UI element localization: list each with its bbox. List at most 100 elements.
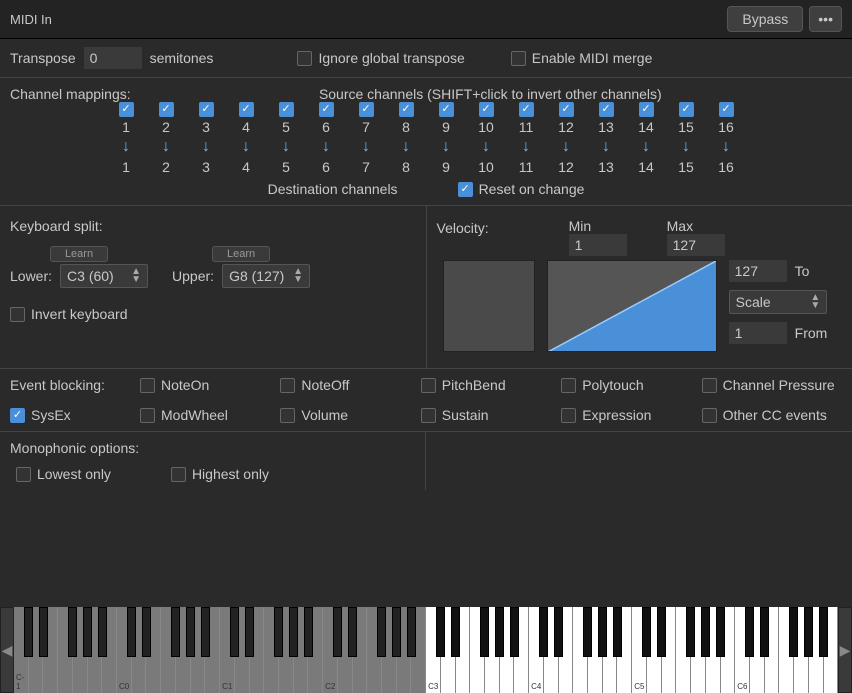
channel-14[interactable]: 14↓14	[626, 102, 666, 175]
channel-checkbox[interactable]	[199, 102, 214, 117]
learn-lower-button[interactable]: Learn	[50, 246, 108, 262]
highest-only-checkbox[interactable]: Highest only	[171, 466, 269, 482]
black-key[interactable]	[686, 607, 695, 657]
channel-13[interactable]: 13↓13	[586, 102, 626, 175]
channel-1[interactable]: 1↓1	[106, 102, 146, 175]
learn-upper-button[interactable]: Learn	[212, 246, 270, 262]
midi-merge-checkbox[interactable]: Enable MIDI merge	[511, 50, 653, 66]
black-key[interactable]	[598, 607, 607, 657]
channel-2[interactable]: 2↓2	[146, 102, 186, 175]
vel-from-input[interactable]	[729, 322, 787, 344]
keyboard-scroll-right[interactable]: ▶	[838, 607, 852, 693]
block-expression-checkbox[interactable]: Expression	[561, 407, 701, 423]
channel-checkbox[interactable]	[319, 102, 334, 117]
black-key[interactable]	[819, 607, 828, 657]
black-key[interactable]	[39, 607, 48, 657]
block-volume-checkbox[interactable]: Volume	[280, 407, 420, 423]
black-key[interactable]	[760, 607, 769, 657]
black-key[interactable]	[230, 607, 239, 657]
block-channel-pressure-checkbox[interactable]: Channel Pressure	[702, 377, 842, 393]
black-key[interactable]	[304, 607, 313, 657]
black-key[interactable]	[701, 607, 710, 657]
block-sustain-checkbox[interactable]: Sustain	[421, 407, 561, 423]
channel-8[interactable]: 8↓8	[386, 102, 426, 175]
black-key[interactable]	[333, 607, 342, 657]
channel-checkbox[interactable]	[519, 102, 534, 117]
channel-checkbox[interactable]	[439, 102, 454, 117]
lower-note-select[interactable]: C3 (60) ▲▼	[60, 264, 148, 288]
channel-4[interactable]: 4↓4	[226, 102, 266, 175]
black-key[interactable]	[142, 607, 151, 657]
channel-3[interactable]: 3↓3	[186, 102, 226, 175]
black-key[interactable]	[201, 607, 210, 657]
vel-min-input[interactable]	[569, 234, 627, 256]
ignore-global-checkbox[interactable]: Ignore global transpose	[297, 50, 464, 66]
black-key[interactable]	[510, 607, 519, 657]
channel-6[interactable]: 6↓6	[306, 102, 346, 175]
black-key[interactable]	[716, 607, 725, 657]
block-sysex-checkbox[interactable]: SysEx	[10, 407, 140, 423]
channel-checkbox[interactable]	[279, 102, 294, 117]
block-pitchbend-checkbox[interactable]: PitchBend	[421, 377, 561, 393]
lowest-only-checkbox[interactable]: Lowest only	[16, 466, 111, 482]
black-key[interactable]	[642, 607, 651, 657]
black-key[interactable]	[186, 607, 195, 657]
block-modwheel-checkbox[interactable]: ModWheel	[140, 407, 280, 423]
channel-7[interactable]: 7↓7	[346, 102, 386, 175]
upper-note-select[interactable]: G8 (127) ▲▼	[222, 264, 310, 288]
black-key[interactable]	[68, 607, 77, 657]
black-key[interactable]	[613, 607, 622, 657]
black-key[interactable]	[348, 607, 357, 657]
channel-checkbox[interactable]	[719, 102, 734, 117]
keyboard[interactable]: C-1C0C1C2C3C4C5C6	[14, 607, 838, 693]
black-key[interactable]	[495, 607, 504, 657]
black-key[interactable]	[127, 607, 136, 657]
black-key[interactable]	[657, 607, 666, 657]
black-key[interactable]	[451, 607, 460, 657]
channel-12[interactable]: 12↓12	[546, 102, 586, 175]
keyboard-scroll-left[interactable]: ◀	[0, 607, 14, 693]
black-key[interactable]	[554, 607, 563, 657]
black-key[interactable]	[171, 607, 180, 657]
more-menu-button[interactable]: •••	[809, 6, 842, 32]
channel-10[interactable]: 10↓10	[466, 102, 506, 175]
black-key[interactable]	[274, 607, 283, 657]
channel-checkbox[interactable]	[239, 102, 254, 117]
channel-checkbox[interactable]	[559, 102, 574, 117]
channel-11[interactable]: 11↓11	[506, 102, 546, 175]
channel-checkbox[interactable]	[479, 102, 494, 117]
black-key[interactable]	[98, 607, 107, 657]
black-key[interactable]	[583, 607, 592, 657]
black-key[interactable]	[789, 607, 798, 657]
black-key[interactable]	[83, 607, 92, 657]
block-polytouch-checkbox[interactable]: Polytouch	[561, 377, 701, 393]
channel-checkbox[interactable]	[639, 102, 654, 117]
vel-mode-select[interactable]: Scale ▲▼	[729, 290, 828, 314]
vel-to-input[interactable]	[729, 260, 787, 282]
velocity-curve[interactable]	[547, 260, 717, 352]
black-key[interactable]	[407, 607, 416, 657]
black-key[interactable]	[436, 607, 445, 657]
black-key[interactable]	[392, 607, 401, 657]
black-key[interactable]	[24, 607, 33, 657]
vel-max-input[interactable]	[667, 234, 725, 256]
black-key[interactable]	[745, 607, 754, 657]
black-key[interactable]	[539, 607, 548, 657]
channel-16[interactable]: 16↓16	[706, 102, 746, 175]
channel-checkbox[interactable]	[599, 102, 614, 117]
channel-checkbox[interactable]	[119, 102, 134, 117]
block-noteoff-checkbox[interactable]: NoteOff	[280, 377, 420, 393]
invert-keyboard-checkbox[interactable]: Invert keyboard	[10, 306, 128, 322]
channel-checkbox[interactable]	[359, 102, 374, 117]
bypass-button[interactable]: Bypass	[727, 6, 803, 32]
transpose-value[interactable]	[84, 47, 142, 69]
channel-checkbox[interactable]	[159, 102, 174, 117]
channel-checkbox[interactable]	[399, 102, 414, 117]
block-noteon-checkbox[interactable]: NoteOn	[140, 377, 280, 393]
black-key[interactable]	[480, 607, 489, 657]
reset-on-change-checkbox[interactable]: Reset on change	[458, 181, 585, 197]
black-key[interactable]	[289, 607, 298, 657]
block-other-cc-events-checkbox[interactable]: Other CC events	[702, 407, 842, 423]
channel-checkbox[interactable]	[679, 102, 694, 117]
channel-9[interactable]: 9↓9	[426, 102, 466, 175]
